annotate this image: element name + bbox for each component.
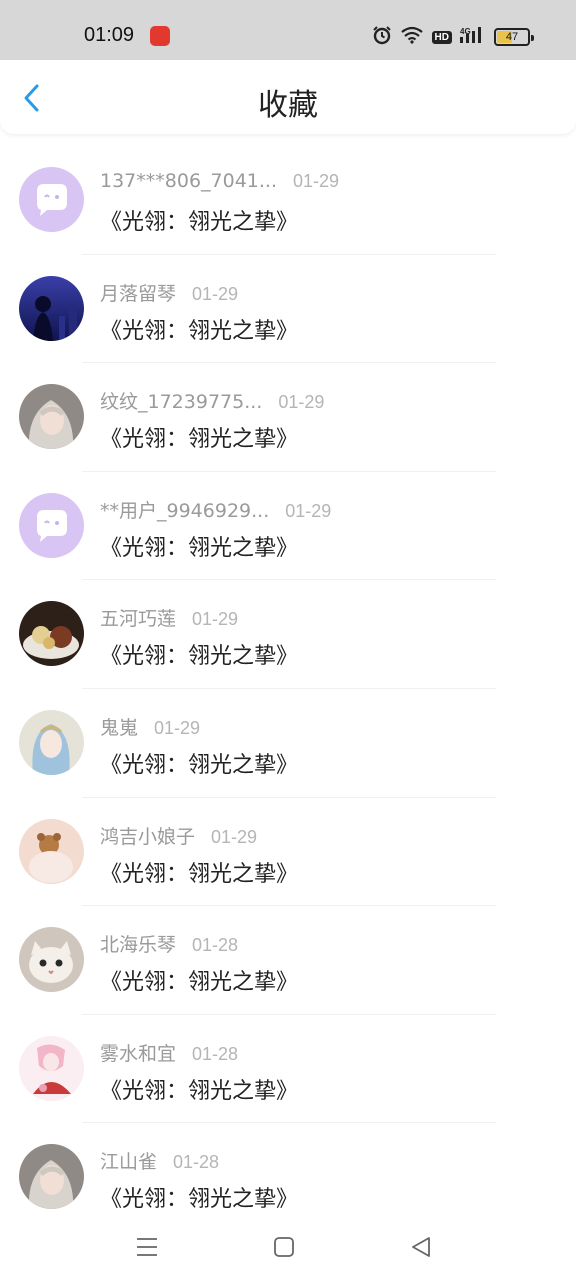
item-meta: 北海乐琴 01-28 [100,930,238,957]
app-notification-icon [150,26,170,46]
username[interactable]: 鬼嵬 [100,713,138,740]
item-meta: **用户_9946929... 01-29 [100,496,331,523]
page-title: 收藏 [258,88,318,123]
item-date: 01-29 [278,392,325,413]
username[interactable]: 月落留琴 [100,279,176,306]
item-title[interactable]: 《光翎：翎光之挚》 [100,964,298,996]
item-title[interactable]: 《光翎：翎光之挚》 [100,747,298,779]
item-meta: 137***806_7041... 01-29 [100,170,339,192]
item-meta: 五河巧莲 01-29 [100,604,238,631]
list-item[interactable]: 五河巧莲 01-29 《光翎：翎光之挚》 [0,580,576,689]
username[interactable]: 雾水和宜 [100,1039,176,1066]
list-item[interactable]: 鬼嵬 01-29 《光翎：翎光之挚》 [0,689,576,798]
item-date: 01-28 [192,935,239,956]
food-avatar[interactable] [19,601,84,667]
item-title[interactable]: 《光翎：翎光之挚》 [100,421,298,453]
item-title[interactable]: 《光翎：翎光之挚》 [100,1073,298,1105]
item-meta: 纹纹_17239775... 01-29 [100,387,324,414]
item-date: 01-29 [192,283,239,304]
system-nav-bar [0,1216,576,1280]
item-date: 01-29 [192,609,239,630]
default-chat-avatar[interactable] [19,167,84,232]
item-meta: 月落留琴 01-29 [100,279,238,306]
item-date: 01-29 [154,717,201,738]
item-title[interactable]: 《光翎：翎光之挚》 [100,638,298,670]
list-item[interactable]: 鸿吉小娘子 01-29 《光翎：翎光之挚》 [0,798,576,907]
list-item[interactable]: 北海乐琴 01-28 《光翎：翎光之挚》 [0,906,576,1015]
item-meta: 鸿吉小娘子 01-29 [100,822,257,849]
cat-avatar[interactable] [19,927,84,993]
portrait-avatar[interactable] [19,384,84,450]
alarm-icon [372,25,392,49]
battery-tip [531,35,534,41]
home-square-icon [274,1237,294,1257]
header: 收藏 [0,60,576,134]
night-city-avatar[interactable] [19,275,84,341]
item-meta: 雾水和宜 01-28 [100,1039,238,1066]
4g-signal-icon: 4G [460,26,486,48]
status-icons: HD 4G 47 [372,25,534,49]
favorites-list: 137***806_7041... 01-29 《光翎：翎光之挚》 月落留琴 01-29… [0,146,576,1232]
list-item[interactable]: **用户_9946929... 01-29 《光翎：翎光之挚》 [0,472,576,581]
item-title[interactable]: 《光翎：翎光之挚》 [100,204,298,236]
list-item[interactable]: 纹纹_17239775... 01-29 《光翎：翎光之挚》 [0,363,576,472]
username[interactable]: 137***806_7041... [100,170,277,192]
portrait-avatar[interactable] [19,1144,84,1210]
status-time: 01:09 [84,24,135,46]
back-triangle-icon [412,1237,430,1257]
username[interactable]: 北海乐琴 [100,930,176,957]
default-chat-avatar[interactable] [19,492,84,558]
back-nav-button[interactable] [408,1234,434,1260]
item-date: 01-29 [285,500,332,521]
list-item[interactable]: 137***806_7041... 01-29 《光翎：翎光之挚》 [0,146,576,255]
teddy-bear-avatar[interactable] [19,818,84,884]
battery-level: 47 [505,31,519,43]
item-meta: 江山雀 01-28 [100,1147,219,1174]
battery-icon: 47 [494,28,534,46]
list-item[interactable]: 雾水和宜 01-28 《光翎：翎光之挚》 [0,1015,576,1124]
anime-avatar[interactable] [19,709,84,775]
item-date: 01-29 [211,826,258,847]
menu-icon [137,1238,157,1256]
status-bar: 01:09 HD 4G 47 [0,0,576,60]
illustration-avatar[interactable] [19,1035,84,1101]
home-button[interactable] [271,1234,297,1260]
item-date: 01-28 [192,1043,239,1064]
wifi-icon [400,26,424,48]
username[interactable]: 鸿吉小娘子 [100,822,195,849]
item-title[interactable]: 《光翎：翎光之挚》 [100,856,298,888]
username[interactable]: 纹纹_17239775... [100,387,262,414]
username[interactable]: 江山雀 [100,1147,157,1174]
item-title[interactable]: 《光翎：翎光之挚》 [100,313,298,345]
network-label: 4G [460,27,471,36]
item-title[interactable]: 《光翎：翎光之挚》 [100,1181,298,1213]
username[interactable]: **用户_9946929... [100,496,269,523]
item-date: 01-28 [173,1152,220,1173]
menu-button[interactable] [134,1234,160,1260]
username[interactable]: 五河巧莲 [100,604,176,631]
item-meta: 鬼嵬 01-29 [100,713,200,740]
item-title[interactable]: 《光翎：翎光之挚》 [100,530,298,562]
hd-icon: HD [431,30,452,44]
item-date: 01-29 [293,171,340,191]
list-item[interactable]: 月落留琴 01-29 《光翎：翎光之挚》 [0,255,576,364]
